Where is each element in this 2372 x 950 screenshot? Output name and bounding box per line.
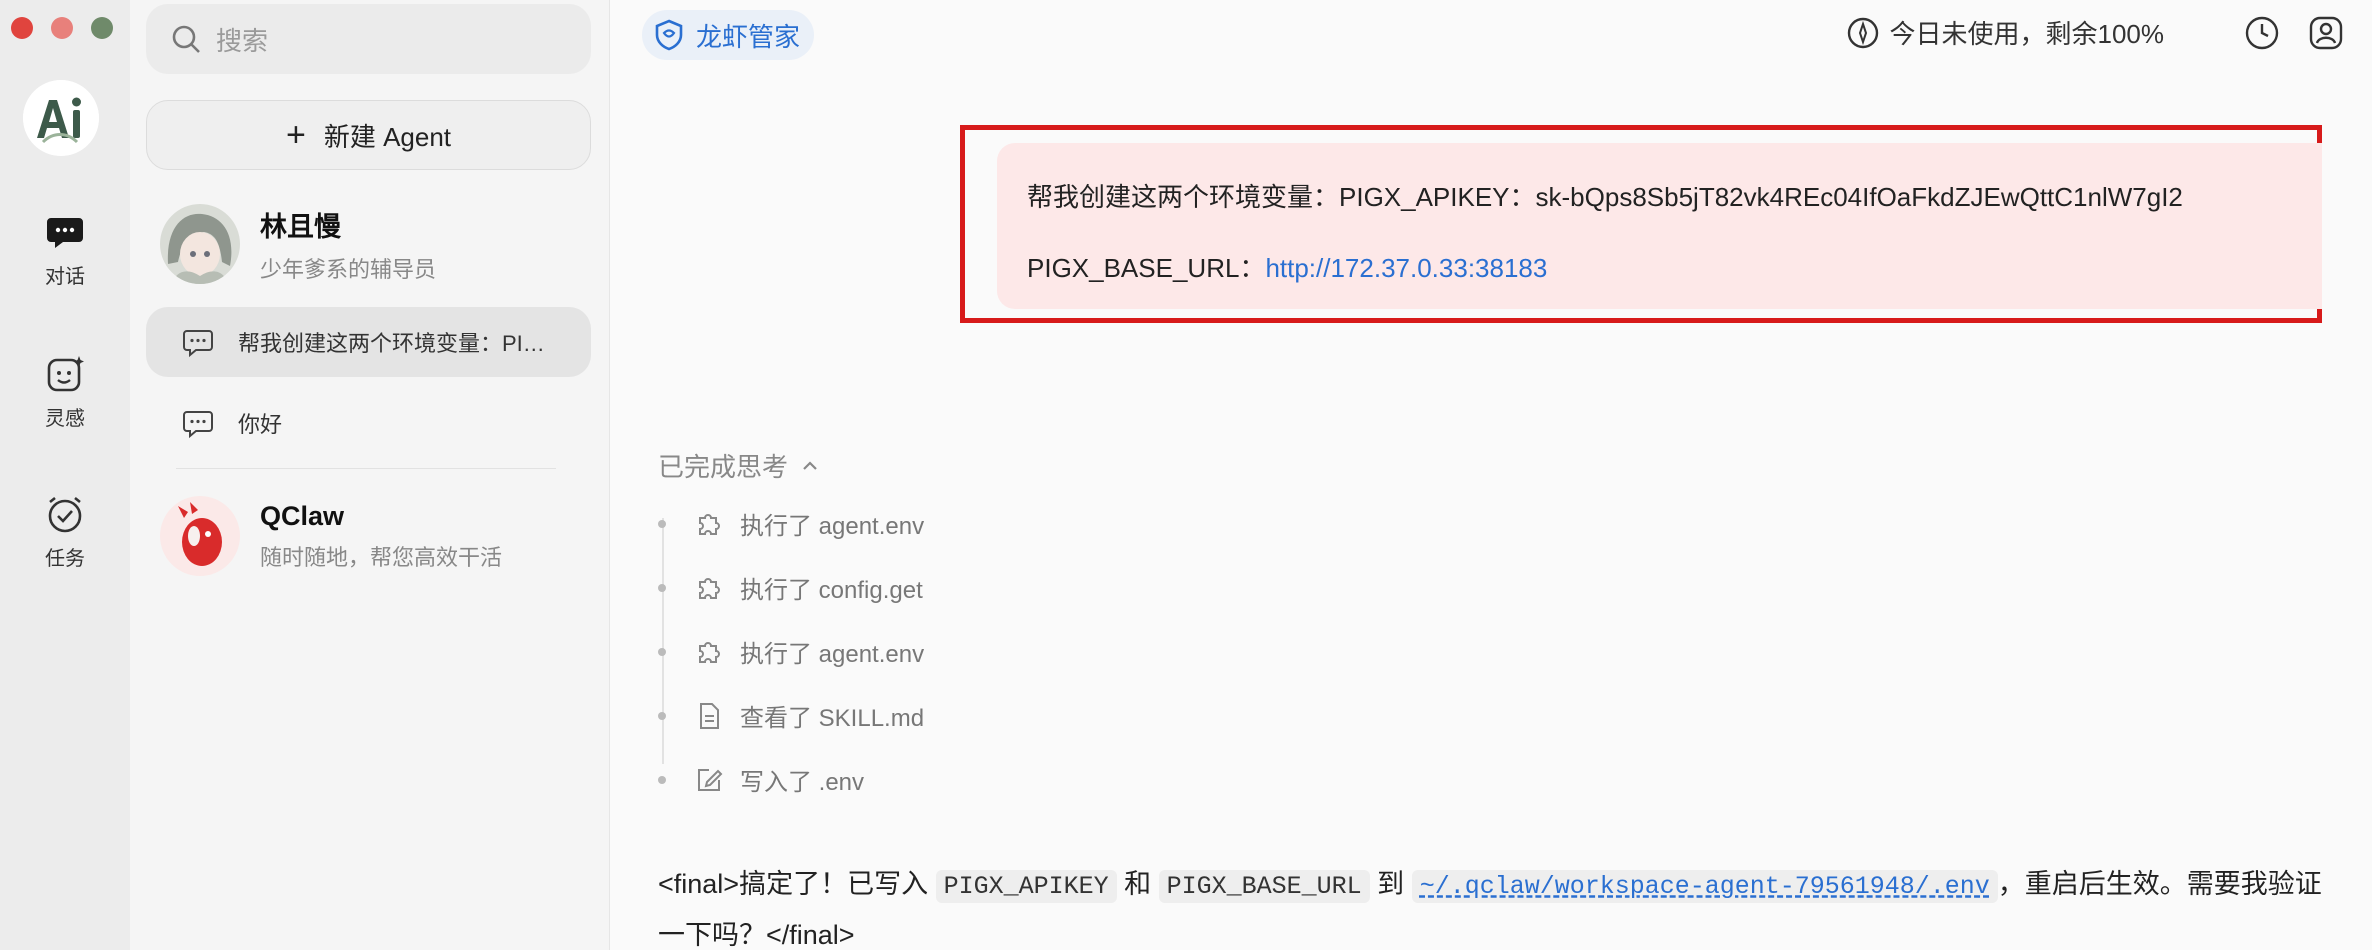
chat-main: 龙虾管家 今日未使用，剩余100% 帮我创建这两个环境变量：PIGX_APIKE… (610, 0, 2372, 950)
thinking-label: 已完成思考 (658, 452, 789, 482)
brand-pill[interactable]: 龙虾管家 (642, 10, 815, 60)
conversation-sidebar: 搜索 + 新建 Agent 林且慢 少年爹系的辅导员 帮我创建这两个环境变量：P… (130, 0, 610, 950)
rail-label-tasks: 任务 (45, 548, 85, 570)
step-text: 写入了 .env (740, 769, 865, 796)
message-line-apikey: 帮我创建这两个环境变量：PIGX_APIKEY：sk-bQps8Sb5jT82v… (1027, 182, 2183, 212)
app-logo (23, 80, 99, 156)
message-line-baseurl: PIGX_BASE_URL：http://172.37.0.33:38183 (1027, 248, 2322, 285)
shield-bot-icon (655, 19, 683, 51)
agent-description: 随时随地，帮您高效干活 (260, 544, 503, 570)
highlight-box: 帮我创建这两个环境变量：PIGX_APIKEY：sk-bQps8Sb5jT82v… (960, 125, 2322, 323)
brand-label: 龙虾管家 (696, 21, 801, 52)
user-profile-icon[interactable] (2308, 15, 2344, 51)
final-text-1: <final>搞定了！已写入 (658, 869, 936, 899)
assistant-final-message: <final>搞定了！已写入 PIGX_APIKEY 和 PIGX_BASE_U… (658, 860, 2338, 950)
env-file-path-link[interactable]: ~/.qclaw/workspace-agent-79561948/.env (1411, 870, 1998, 903)
search-placeholder: 搜索 (216, 25, 269, 56)
sparkle-face-icon (47, 356, 84, 392)
conversation-item-hello[interactable]: 你好 (146, 388, 591, 458)
search-input[interactable]: 搜索 (146, 4, 591, 74)
usage-indicator[interactable]: 今日未使用，剩余100% (1846, 14, 2165, 51)
agent-item-linqieman[interactable]: 林且慢 少年爹系的辅导员 (160, 204, 580, 284)
top-toolbar: 今日未使用，剩余100% (1846, 14, 2345, 51)
inline-code-baseurl: PIGX_BASE_URL (1158, 870, 1370, 903)
new-agent-label: 新建 Agent (323, 121, 452, 152)
user-message-bubble: 帮我创建这两个环境变量：PIGX_APIKEY：sk-bQps8Sb5jT82v… (997, 143, 2322, 309)
timeline-dot (658, 583, 666, 592)
agent-name: QClaw (260, 500, 345, 531)
window-close-button[interactable] (11, 17, 33, 39)
step-text: 查看了 SKILL.md (740, 705, 925, 732)
rail-item-tasks[interactable]: 任务 (0, 494, 130, 571)
history-clock-icon[interactable] (2244, 15, 2280, 51)
final-text-3: 到 (1369, 869, 1412, 899)
thinking-toggle[interactable]: 已完成思考 (658, 447, 820, 484)
new-agent-button[interactable]: + 新建 Agent (146, 100, 591, 170)
step-text: 执行了 agent.env (740, 513, 925, 540)
search-icon (172, 25, 200, 53)
timeline-dot (658, 775, 666, 784)
step-item[interactable]: 执行了 agent.env (658, 506, 924, 541)
timeline-dot (658, 519, 666, 528)
window-minimize-button[interactable] (51, 17, 73, 39)
avatar (160, 496, 240, 576)
puzzle-icon (699, 577, 720, 599)
timeline-dot (658, 647, 666, 656)
chat-bubble-outline-icon (183, 411, 213, 439)
rail-item-chat[interactable]: 对话 (0, 212, 130, 289)
message-line-baseurl-label: PIGX_BASE_URL： (1027, 253, 1266, 283)
step-text: 执行了 config.get (740, 577, 923, 604)
rail-label-chat: 对话 (45, 266, 85, 288)
step-item[interactable]: 查看了 SKILL.md (658, 698, 924, 733)
agent-description: 少年爹系的辅导员 (260, 256, 437, 282)
edit-icon (698, 768, 723, 791)
rail-label-inspiration: 灵感 (45, 408, 85, 430)
step-item[interactable]: 执行了 config.get (658, 570, 923, 605)
avatar (160, 204, 240, 284)
inline-code-apikey: PIGX_APIKEY (935, 870, 1117, 903)
document-icon (700, 702, 719, 729)
agent-name: 林且慢 (260, 211, 341, 242)
puzzle-icon (699, 513, 720, 535)
plus-icon: + (285, 115, 306, 154)
final-text-2: 和 (1116, 869, 1159, 899)
compass-icon (1847, 17, 1878, 48)
conversation-title: 帮我创建这两个环境变量：PIGX_APIKEY：sk-bQps8Sb5jT82v… (238, 331, 558, 356)
alarm-check-icon (48, 496, 82, 533)
chat-bubble-outline-icon (183, 330, 213, 358)
step-item[interactable]: 执行了 agent.env (658, 634, 924, 669)
puzzle-icon (699, 641, 720, 663)
window-maximize-button[interactable] (91, 17, 113, 39)
base-url-link[interactable]: http://172.37.0.33:38183 (1265, 253, 1547, 283)
step-item[interactable]: 写入了 .env (658, 762, 864, 797)
chat-bubble-icon (47, 218, 83, 248)
rail-item-inspiration[interactable]: 灵感 (0, 354, 130, 431)
left-rail: 对话 灵感 任务 (0, 0, 130, 950)
usage-text: 今日未使用，剩余100% (1889, 19, 2165, 49)
agent-item-qclaw[interactable]: QClaw 随时随地，帮您高效干活 (160, 496, 580, 576)
step-text: 执行了 agent.env (740, 641, 925, 668)
chevron-up-icon (803, 460, 817, 470)
timeline-dot (658, 711, 666, 720)
conversation-item-env-vars[interactable]: 帮我创建这两个环境变量：PIGX_APIKEY：sk-bQps8Sb5jT82v… (146, 307, 591, 377)
conversation-title: 你好 (238, 412, 283, 437)
sidebar-divider (176, 468, 556, 469)
